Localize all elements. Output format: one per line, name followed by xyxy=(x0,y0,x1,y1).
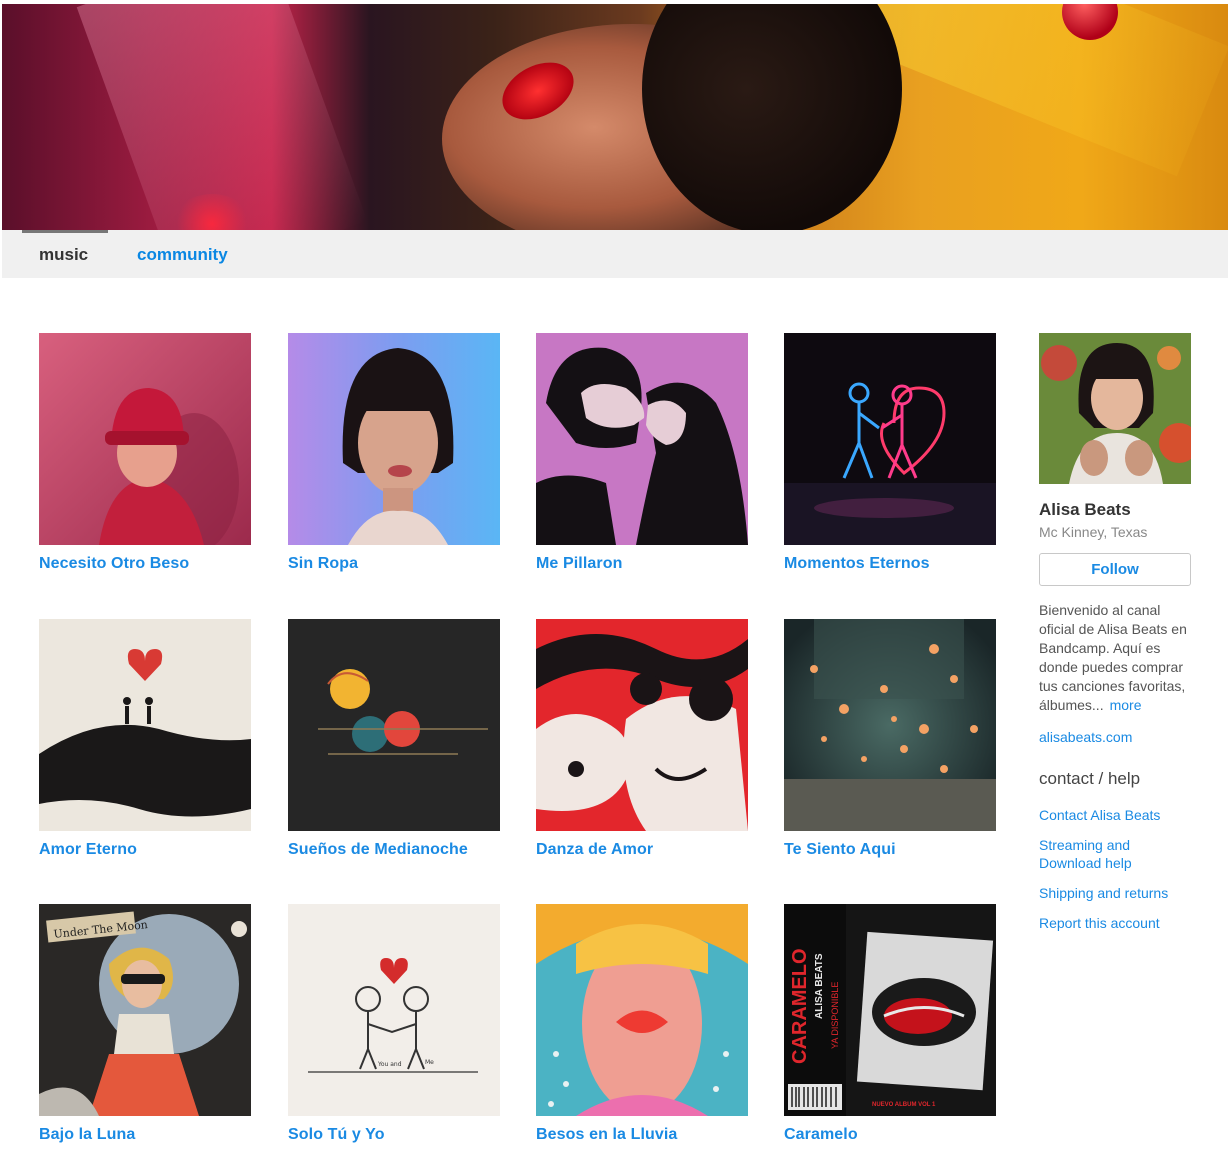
album-title[interactable]: Sueños de Medianoche xyxy=(288,841,500,859)
shipping-returns-link[interactable]: Shipping and returns xyxy=(1039,884,1189,902)
caramelo-lips-cover-art[interactable]: CARAMELO ALISA BEATS YA DISPONIBLE NUEVO… xyxy=(784,904,996,1116)
collage-woman-moon-art[interactable]: Under The Moon xyxy=(39,904,251,1116)
cover-me-text: Me xyxy=(425,1059,434,1066)
album-title[interactable]: Me Pillaron xyxy=(536,555,748,573)
cover-footer-text: NUEVO ALBUM VOL 1 xyxy=(872,1102,936,1108)
album-item[interactable]: Sin Ropa xyxy=(288,333,500,573)
artist-name: Alisa Beats xyxy=(1039,500,1131,519)
umbrella-lips-art[interactable] xyxy=(536,904,748,1116)
artist-location: Mc Kinney, Texas xyxy=(1039,524,1148,540)
cover-sub-text: YA DISPONIBLE xyxy=(830,982,840,1049)
album-item[interactable]: Te Siento Aqui xyxy=(784,619,996,859)
follow-button[interactable]: Follow xyxy=(1039,553,1191,586)
album-item[interactable]: Me Pillaron xyxy=(536,333,748,573)
album-item[interactable]: Momentos Eternos xyxy=(784,333,996,573)
album-item[interactable]: Necesito Otro Beso xyxy=(39,333,251,573)
cover-artist-text: ALISA BEATS xyxy=(814,953,825,1019)
abstract-circles-art[interactable] xyxy=(288,619,500,831)
album-title[interactable]: Momentos Eternos xyxy=(784,555,996,573)
header-banner-image xyxy=(2,4,1228,230)
glowing-hearts-art[interactable] xyxy=(784,619,996,831)
sketch-couple-heart-art[interactable]: You and Me xyxy=(288,904,500,1116)
tab-music[interactable]: music xyxy=(22,230,108,278)
album-item[interactable]: Besos en la Lluvia xyxy=(536,904,748,1144)
red-swirl-sunglasses-art[interactable] xyxy=(536,619,748,831)
album-item[interactable]: You and Me Solo Tú y Yo xyxy=(288,904,500,1144)
album-item[interactable]: CARAMELO ALISA BEATS YA DISPONIBLE NUEVO… xyxy=(784,904,996,1144)
album-title[interactable]: Caramelo xyxy=(784,1126,996,1144)
album-title[interactable]: Danza de Amor xyxy=(536,841,748,859)
album-item[interactable]: Danza de Amor xyxy=(536,619,748,859)
cover-you-text: You and xyxy=(377,1061,402,1068)
cover-title-text: CARAMELO xyxy=(789,948,811,1064)
album-title[interactable]: Amor Eterno xyxy=(39,841,251,859)
report-account-link[interactable]: Report this account xyxy=(1039,914,1189,932)
streaming-help-link[interactable]: Streaming and Download help xyxy=(1039,836,1189,872)
couple-on-hill-heart-art[interactable] xyxy=(39,619,251,831)
album-item[interactable]: Amor Eterno xyxy=(39,619,251,859)
kissing-couple-art[interactable] xyxy=(536,333,748,545)
website-link[interactable]: alisabeats.com xyxy=(1039,729,1199,745)
album-title[interactable]: Sin Ropa xyxy=(288,555,500,573)
album-item[interactable]: Under The Moon Bajo la Luna xyxy=(39,904,251,1144)
artist-sidebar: Alisa Beats Mc Kinney, Texas Follow Bien… xyxy=(1039,333,1199,932)
tab-community[interactable]: community xyxy=(137,230,228,278)
album-item[interactable]: Sueños de Medianoche xyxy=(288,619,500,859)
red-hat-woman-art[interactable] xyxy=(39,333,251,545)
nav-bar: music community xyxy=(2,230,1228,278)
album-title[interactable]: Solo Tú y Yo xyxy=(288,1126,500,1144)
album-title[interactable]: Necesito Otro Beso xyxy=(39,555,251,573)
contact-heading: contact / help xyxy=(1039,769,1141,788)
bob-hair-woman-art[interactable] xyxy=(288,333,500,545)
album-title[interactable]: Bajo la Luna xyxy=(39,1126,251,1144)
artist-photo xyxy=(1039,333,1191,484)
artist-bio: Bienvenido al canal oficial de Alisa Bea… xyxy=(1039,601,1189,715)
neon-couple-heart-art[interactable] xyxy=(784,333,996,545)
album-title[interactable]: Te Siento Aqui xyxy=(784,841,996,859)
album-title[interactable]: Besos en la Lluvia xyxy=(536,1126,748,1144)
more-link[interactable]: more xyxy=(1110,697,1142,713)
contact-link[interactable]: Contact Alisa Beats xyxy=(1039,806,1189,824)
